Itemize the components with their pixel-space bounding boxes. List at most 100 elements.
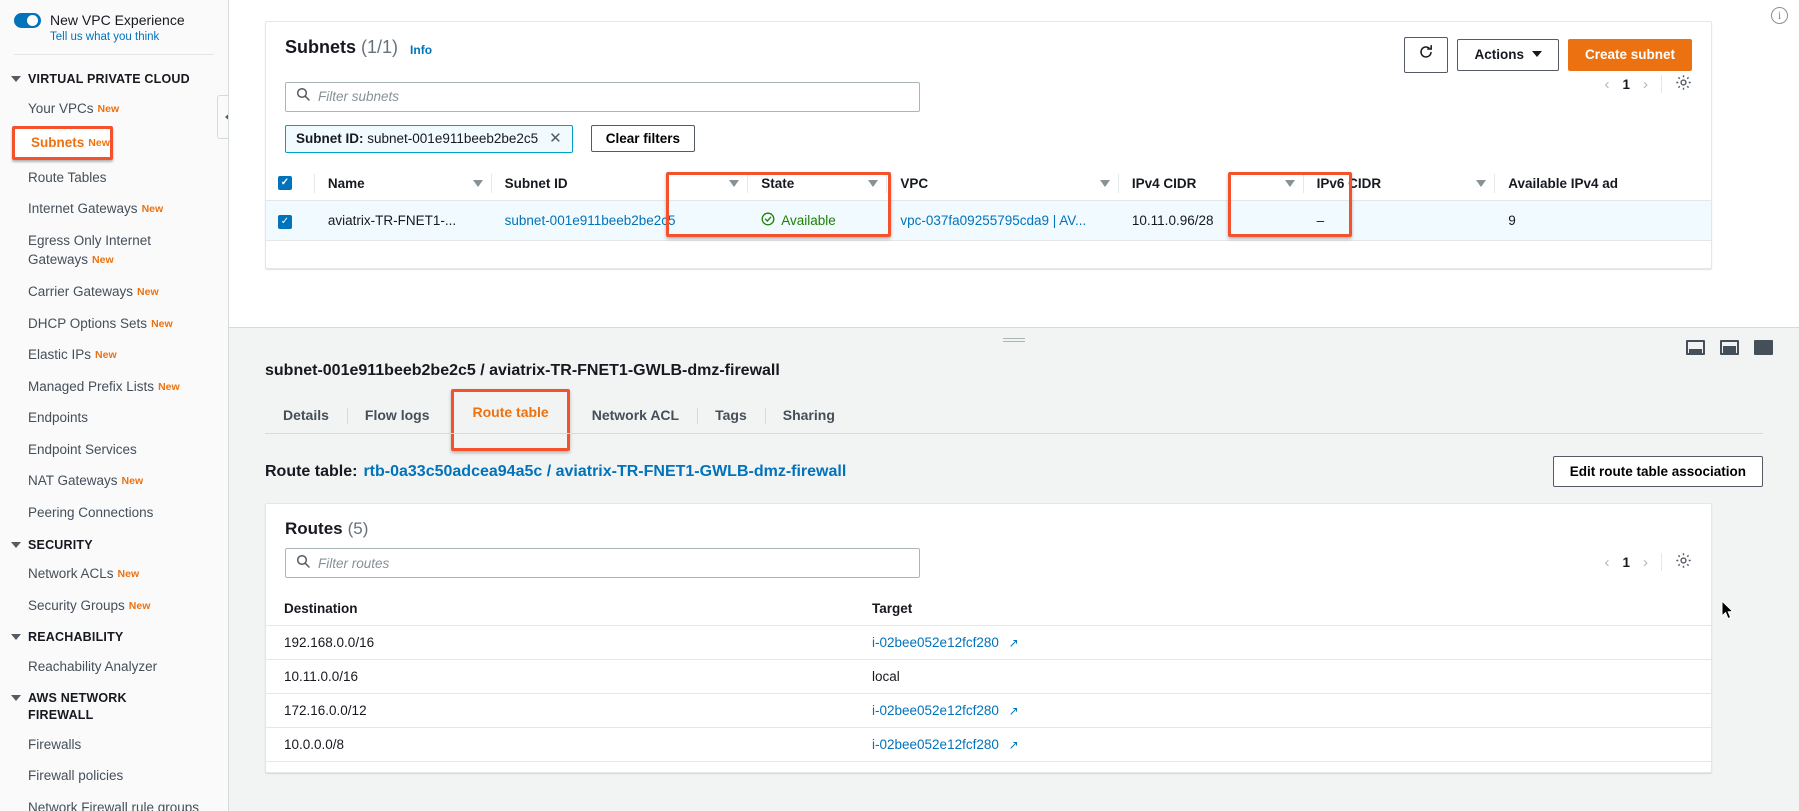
- table-row[interactable]: ✓ aviatrix-TR-FNET1-... subnet-001e911be…: [266, 200, 1711, 241]
- prev-page-icon[interactable]: ‹: [1604, 76, 1609, 93]
- sidebar-group-reachability[interactable]: REACHABILITY: [0, 621, 228, 651]
- feedback-link[interactable]: Tell us what you think: [0, 28, 228, 43]
- search-input[interactable]: Filter subnets: [285, 81, 920, 112]
- sidebar-item-managed-prefix-lists[interactable]: Managed Prefix Lists New: [0, 371, 228, 403]
- column-header-subnet-id[interactable]: Subnet ID: [490, 166, 748, 201]
- search-icon: [296, 554, 310, 573]
- new-vpc-experience-row[interactable]: New VPC Experience: [0, 0, 228, 28]
- target-link[interactable]: i-02bee052e12fcf280: [872, 635, 999, 650]
- sidebar-group-label: VIRTUAL PRIVATE CLOUD: [28, 72, 190, 86]
- sidebar-item-endpoints[interactable]: Endpoints: [0, 402, 228, 434]
- column-header-vpc[interactable]: VPC: [886, 166, 1118, 201]
- sidebar-item-endpoint-services[interactable]: Endpoint Services: [0, 434, 228, 466]
- column-header-target: Target: [854, 592, 1711, 626]
- sort-icon[interactable]: [1099, 179, 1110, 187]
- next-page-icon[interactable]: ›: [1643, 76, 1648, 93]
- sidebar-item-firewall-policies[interactable]: Firewall policies: [0, 760, 228, 792]
- sidebar-item-internet-gateways[interactable]: Internet Gateways New: [0, 193, 228, 225]
- sidebar-item-security-groups[interactable]: Security Groups New: [0, 590, 228, 622]
- subnet-id-link[interactable]: subnet-001e911beeb2be2c5: [505, 213, 676, 228]
- external-link-icon[interactable]: ↗: [1009, 738, 1019, 752]
- target-link[interactable]: i-02bee052e12fcf280: [872, 737, 999, 752]
- column-divider: [1117, 173, 1119, 193]
- sidebar-item-egress-only-internet-gateways[interactable]: Egress Only Internet Gateways New: [0, 225, 228, 276]
- sidebar-item-elastic-ips[interactable]: Elastic IPs New: [0, 339, 228, 371]
- vpc-link[interactable]: vpc-037fa09255795cda9 | AV...: [900, 213, 1086, 228]
- select-all-checkbox[interactable]: ✓: [278, 176, 292, 191]
- actions-button[interactable]: Actions: [1457, 38, 1559, 72]
- sidebar-collapse-toggle[interactable]: [217, 95, 228, 139]
- sidebar-item-carrier-gateways[interactable]: Carrier Gateways New: [0, 276, 228, 308]
- table-row[interactable]: 10.0.0.0/8 i-02bee052e12fcf280 ↗: [266, 727, 1711, 762]
- sidebar-item-label: Elastic IPs: [28, 347, 92, 363]
- pane-layout-full-icon[interactable]: [1754, 340, 1773, 355]
- refresh-button[interactable]: [1404, 37, 1449, 73]
- row-select-cell: ✓: [266, 200, 314, 241]
- sidebar-item-peering-connections[interactable]: Peering Connections: [0, 497, 228, 529]
- table-row[interactable]: 0.0.0.0/0 nat-0b71397d53c4a0658: [266, 761, 1711, 772]
- table-row[interactable]: 172.16.0.0/12 i-02bee052e12fcf280 ↗: [266, 693, 1711, 728]
- external-link-icon[interactable]: ↗: [1009, 704, 1019, 718]
- column-header-available-ipv4[interactable]: Available IPv4 ad: [1494, 166, 1711, 201]
- routes-search-placeholder: Filter routes: [318, 555, 390, 571]
- table-row[interactable]: 192.168.0.0/16 i-02bee052e12fcf280 ↗: [266, 625, 1711, 660]
- pane-resize-handle[interactable]: [1003, 338, 1025, 342]
- sidebar-item-nat-gateways[interactable]: NAT Gateways New: [0, 465, 228, 497]
- sort-icon[interactable]: [472, 179, 483, 187]
- external-link-icon[interactable]: ↗: [1009, 636, 1019, 650]
- filter-token-value: subnet-001e911beeb2be2c5: [367, 131, 539, 147]
- gear-icon[interactable]: [1675, 74, 1692, 94]
- column-label: Available IPv4 ad: [1508, 175, 1619, 191]
- sidebar-item-label: Subnets: [31, 135, 85, 151]
- route-table-link[interactable]: rtb-0a33c50adcea94a5c / aviatrix-TR-FNET…: [363, 463, 846, 481]
- table-row[interactable]: 10.11.0.0/16 local: [266, 659, 1711, 694]
- sort-icon[interactable]: [729, 179, 740, 187]
- actions-label: Actions: [1474, 46, 1524, 62]
- routes-table: Destination Target 192.168.0.0/16 i-02be…: [266, 592, 1711, 772]
- tab-sharing[interactable]: Sharing: [764, 398, 853, 434]
- close-icon[interactable]: ✕: [549, 131, 562, 146]
- clear-filters-button[interactable]: Clear filters: [590, 125, 696, 153]
- pane-layout-bottom-icon[interactable]: [1686, 340, 1705, 355]
- sidebar-item-route-tables[interactable]: Route Tables: [0, 162, 228, 194]
- sidebar-group-aws-network-firewall[interactable]: AWS NETWORK FIREWALL: [0, 682, 228, 728]
- column-header-ipv6-cidr[interactable]: IPv6 CIDR: [1302, 166, 1495, 201]
- tab-details[interactable]: Details: [265, 398, 347, 434]
- target-link[interactable]: nat-0b71397d53c4a0658: [872, 771, 1022, 772]
- tab-route-table[interactable]: Route table: [454, 392, 566, 431]
- sidebar-item-your-vpcs[interactable]: Your VPCs New: [0, 93, 228, 125]
- next-page-icon[interactable]: ›: [1643, 554, 1648, 571]
- sidebar-item-reachability-analyzer[interactable]: Reachability Analyzer: [0, 651, 228, 683]
- tab-tags[interactable]: Tags: [697, 398, 765, 434]
- sidebar-group-security[interactable]: SECURITY: [0, 529, 228, 559]
- tab-flow-logs[interactable]: Flow logs: [346, 398, 448, 434]
- filter-token-subnet-id[interactable]: Subnet ID: subnet-001e911beeb2be2c5 ✕: [285, 124, 573, 153]
- sort-icon[interactable]: [1284, 179, 1295, 187]
- sidebar-item-dhcp-options-sets[interactable]: DHCP Options Sets New: [0, 308, 228, 340]
- tab-network-acl[interactable]: Network ACL: [574, 398, 697, 434]
- row-checkbox[interactable]: ✓: [278, 214, 292, 229]
- prev-page-icon[interactable]: ‹: [1604, 554, 1609, 571]
- sort-icon[interactable]: [1476, 179, 1487, 187]
- sidebar-item-network-acls[interactable]: Network ACLs New: [0, 558, 228, 590]
- pane-layout-split-icon[interactable]: [1720, 340, 1739, 355]
- column-header-ipv4-cidr[interactable]: IPv4 CIDR: [1117, 166, 1303, 201]
- subnets-card-header: Subnets (1/1) Info Actions Create subnet: [266, 22, 1711, 73]
- create-subnet-button[interactable]: Create subnet: [1567, 38, 1692, 72]
- info-link[interactable]: Info: [410, 43, 432, 57]
- info-circle-icon[interactable]: i: [1771, 7, 1788, 24]
- subnets-pane: Subnets (1/1) Info Actions Create subnet: [229, 21, 1799, 327]
- sidebar-group-vpc[interactable]: VIRTUAL PRIVATE CLOUD: [0, 63, 228, 93]
- vpc-experience-toggle[interactable]: [14, 12, 41, 28]
- gear-icon[interactable]: [1675, 552, 1692, 572]
- sidebar-item-subnets[interactable]: Subnets New: [0, 126, 228, 160]
- tabs-underline: [265, 433, 1763, 434]
- routes-search-input[interactable]: Filter routes: [285, 548, 920, 578]
- sort-icon[interactable]: [868, 179, 879, 187]
- sidebar-item-firewalls[interactable]: Firewalls: [0, 729, 228, 761]
- target-link[interactable]: i-02bee052e12fcf280: [872, 703, 999, 718]
- column-header-name[interactable]: Name: [313, 166, 491, 201]
- sidebar-item-network-firewall-rule-groups[interactable]: Network Firewall rule groups: [0, 792, 228, 811]
- column-header-state[interactable]: State: [747, 166, 887, 201]
- edit-route-table-association-button[interactable]: Edit route table association: [1552, 456, 1763, 487]
